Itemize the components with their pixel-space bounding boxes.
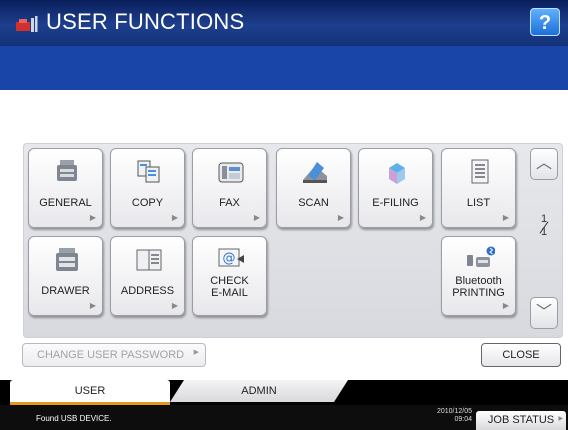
- list-icon: [471, 159, 489, 184]
- bluetooth-printing-label-line1: Bluetooth: [455, 275, 502, 287]
- arrow-icon: ▶: [89, 301, 96, 310]
- efiling-label: E-FILING: [372, 197, 419, 209]
- status-date: 2010/12/05: [436, 408, 472, 415]
- change-user-password-label: CHANGE USER PASSWORD: [37, 349, 185, 361]
- list-button[interactable]: LIST ▶: [441, 148, 516, 228]
- tab-user[interactable]: USER: [10, 380, 170, 405]
- arrow-icon: ▶: [419, 213, 426, 222]
- general-icon: [57, 160, 77, 181]
- address-icon: [136, 249, 162, 271]
- close-button[interactable]: CLOSE: [481, 343, 561, 367]
- page-total: 1: [540, 226, 548, 238]
- check-email-label-line1: CHECK: [210, 275, 249, 287]
- drawer-label: DRAWER: [41, 285, 90, 297]
- scan-icon: [303, 162, 327, 183]
- arrow-icon: ▶: [171, 301, 178, 310]
- efiling-icon: [389, 163, 405, 184]
- check-email-button[interactable]: @ CHECK E-MAIL: [192, 236, 267, 316]
- bluetooth-printing-label-line2: PRINTING: [452, 287, 505, 299]
- efiling-button[interactable]: E-FILING ▶: [358, 148, 433, 228]
- job-status-button[interactable]: JOB STATUS ▶: [476, 411, 566, 430]
- arrow-icon: ▶: [253, 213, 260, 222]
- list-label: LIST: [466, 197, 491, 209]
- help-button[interactable]: ?: [530, 8, 560, 36]
- drawer-icon: [56, 248, 78, 271]
- fax-label: FAX: [219, 197, 240, 209]
- arrow-icon: ▶: [502, 213, 509, 222]
- copy-icon: [137, 160, 160, 183]
- svg-text:@: @: [223, 251, 236, 266]
- check-email-icon: @: [218, 248, 244, 267]
- change-user-password-button[interactable]: CHANGE USER PASSWORD ▶: [22, 343, 206, 367]
- bluetooth-printing-icon: [467, 246, 495, 267]
- arrow-icon: ▶: [171, 213, 178, 222]
- arrow-icon: ▶: [193, 349, 199, 356]
- drawer-button[interactable]: DRAWER ▶: [28, 236, 103, 316]
- bluetooth-printing-button[interactable]: Bluetooth PRINTING ▶: [441, 236, 516, 316]
- page-current: 1: [540, 213, 548, 225]
- job-status-label: JOB STATUS: [487, 414, 555, 426]
- status-time: 09:04: [454, 416, 472, 423]
- arrow-icon: ▶: [89, 213, 96, 222]
- chevron-up-icon: ︿: [535, 155, 552, 172]
- scan-button[interactable]: SCAN ▶: [276, 148, 351, 228]
- scroll-down-button[interactable]: ﹀: [530, 297, 558, 329]
- tab-admin[interactable]: ADMIN: [170, 380, 348, 402]
- user-functions-icon: [16, 16, 38, 32]
- fax-button[interactable]: FAX ▶: [192, 148, 267, 228]
- check-email-label-line2: E-MAIL: [211, 287, 248, 299]
- message-bar: [0, 46, 568, 90]
- copy-button[interactable]: COPY ▶: [110, 148, 185, 228]
- chevron-down-icon: ﹀: [535, 304, 552, 321]
- arrow-icon: ▶: [337, 213, 344, 222]
- status-message: Found USB DEVICE.: [36, 414, 112, 423]
- general-button[interactable]: GENERAL ▶: [28, 148, 103, 228]
- bluetooth-printing-label: Bluetooth PRINTING: [442, 275, 515, 299]
- address-button[interactable]: ADDRESS ▶: [110, 236, 185, 316]
- arrow-icon: ▶: [558, 416, 563, 422]
- page-title: USER FUNCTIONS: [46, 9, 245, 34]
- copy-label: COPY: [131, 197, 164, 209]
- scroll-up-button[interactable]: ︿: [530, 148, 558, 180]
- check-email-label: CHECK E-MAIL: [193, 275, 266, 299]
- fax-icon: [218, 162, 244, 183]
- address-label: ADDRESS: [120, 285, 175, 297]
- title-bar: USER FUNCTIONS ?: [0, 0, 568, 46]
- scan-label: SCAN: [298, 197, 329, 209]
- status-datetime: 2010/12/05 09:04: [418, 408, 472, 424]
- general-label: GENERAL: [39, 197, 92, 209]
- arrow-icon: ▶: [502, 301, 509, 310]
